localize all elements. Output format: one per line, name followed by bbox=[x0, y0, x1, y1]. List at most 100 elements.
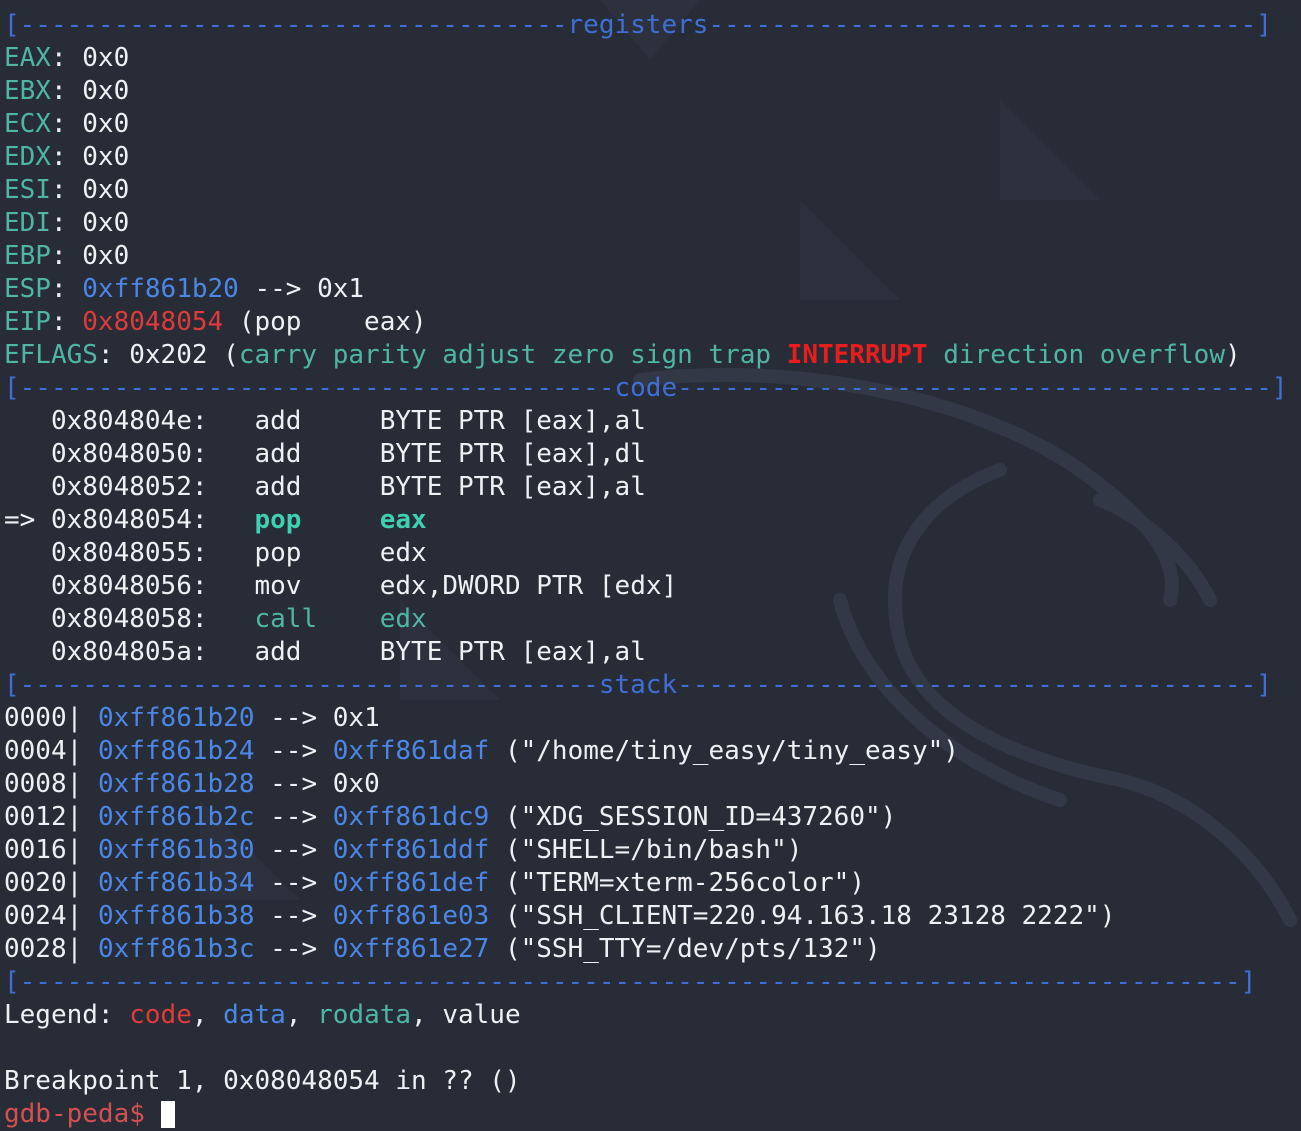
stack-arrow: --> bbox=[254, 901, 333, 931]
register-name: ECX bbox=[4, 109, 51, 139]
code-opcode: add bbox=[254, 472, 318, 502]
stack-address: 0xff861b34 bbox=[97, 868, 255, 898]
code-address: 0x8048052: bbox=[50, 472, 208, 502]
register-sep: : bbox=[50, 241, 83, 271]
command-prompt[interactable]: gdb-peda$ bbox=[4, 1098, 1301, 1131]
stack-arrow: --> bbox=[254, 769, 333, 799]
stack-value: ("SSH_CLIENT=220.94.163.18 23128 2222") bbox=[489, 901, 1116, 931]
register-edi: EDI: 0x0 bbox=[4, 207, 1301, 240]
code-opcode: mov bbox=[254, 571, 318, 601]
register-value: 0x0 bbox=[82, 43, 130, 73]
stack-offset: 0020 bbox=[4, 868, 67, 898]
register-value: 0x0 bbox=[82, 241, 130, 271]
code-address: 0x804804e: bbox=[50, 406, 208, 436]
register-sep: : bbox=[50, 43, 83, 73]
stack-pointer: 0xff861def bbox=[332, 868, 490, 898]
stack-row: 0000| 0xff861b20 --> 0x1 bbox=[4, 703, 380, 733]
stack-pointer: 0xff861dc9 bbox=[332, 802, 490, 832]
code-address: 0x8048054: bbox=[50, 505, 208, 535]
code-operands: eax bbox=[379, 505, 427, 535]
register-edx: EDX: 0x0 bbox=[4, 141, 1301, 174]
register-sep: : bbox=[50, 208, 83, 238]
stack-offset: 0000 bbox=[4, 703, 67, 733]
stack-address: 0xff861b28 bbox=[97, 769, 255, 799]
code-pointer bbox=[4, 439, 51, 469]
stack-address: 0xff861b20 bbox=[97, 703, 255, 733]
stack-pointer: 0xff861e03 bbox=[332, 901, 490, 931]
register-eflags: EFLAGS: 0x202 (carry parity adjust zero … bbox=[4, 340, 1241, 370]
stack-value: 0x1 bbox=[332, 703, 380, 733]
register-name: EDI bbox=[4, 208, 51, 238]
code-address: 0x8048055: bbox=[50, 538, 208, 568]
register-eip: EIP: 0x8048054 (pop eax) bbox=[4, 307, 427, 337]
stack-value: 0x0 bbox=[332, 769, 380, 799]
register-sep: : bbox=[50, 142, 83, 172]
stack-row: 0028| 0xff861b3c --> 0xff861e27 ("SSH_TT… bbox=[4, 934, 881, 964]
register-sep: : bbox=[50, 109, 83, 139]
stack-value: ("SHELL=/bin/bash") bbox=[489, 835, 803, 865]
code-section: 0x804804e: add BYTE PTR [eax],al 0x80480… bbox=[4, 405, 1301, 669]
code-address: 0x8048058: bbox=[50, 604, 208, 634]
code-line: 0x804804e: add BYTE PTR [eax],al bbox=[4, 405, 1301, 438]
code-address: 0x8048050: bbox=[50, 439, 208, 469]
code-operands: BYTE PTR [eax],al bbox=[379, 406, 646, 436]
stack-value: ("XDG_SESSION_ID=437260") bbox=[489, 802, 897, 832]
code-line: 0x8048055: pop edx bbox=[4, 537, 1301, 570]
text-cursor bbox=[160, 1101, 175, 1128]
register-value: 0x0 bbox=[82, 175, 130, 205]
code-opcode: add bbox=[254, 439, 318, 469]
register-value: 0x0 bbox=[82, 109, 130, 139]
stack-row: 0016| 0xff861b30 --> 0xff861ddf ("SHELL=… bbox=[4, 835, 803, 865]
register-value: 0x0 bbox=[82, 208, 130, 238]
register-name: EAX bbox=[4, 43, 51, 73]
code-pointer bbox=[4, 538, 51, 568]
register-ebx: EBX: 0x0 bbox=[4, 75, 1301, 108]
stack-value: ("SSH_TTY=/dev/pts/132") bbox=[489, 934, 881, 964]
code-line: 0x8048058: call edx bbox=[4, 603, 1301, 636]
stack-offset: 0008 bbox=[4, 769, 67, 799]
stack-address: 0xff861b38 bbox=[97, 901, 255, 931]
register-eax: EAX: 0x0 bbox=[4, 42, 1301, 75]
stack-row: 0004| 0xff861b24 --> 0xff861daf ("/home/… bbox=[4, 736, 959, 766]
register-sep: : bbox=[50, 175, 83, 205]
register-name: EDX bbox=[4, 142, 51, 172]
code-line: => 0x8048054: pop eax bbox=[4, 504, 1301, 537]
stack-row: 0012| 0xff861b2c --> 0xff861dc9 ("XDG_SE… bbox=[4, 802, 897, 832]
register-ecx: ECX: 0x0 bbox=[4, 108, 1301, 141]
stack-row: 0008| 0xff861b28 --> 0x0 bbox=[4, 769, 380, 799]
register-name: ESI bbox=[4, 175, 51, 205]
stack-row: 0020| 0xff861b34 --> 0xff861def ("TERM=x… bbox=[4, 868, 865, 898]
stack-arrow: --> bbox=[254, 934, 333, 964]
register-name: EBX bbox=[4, 76, 51, 106]
stack-offset: 0004 bbox=[4, 736, 67, 766]
registers-section: EAX: 0x0 EBX: 0x0 ECX: 0x0 EDX: 0x0 ESI: 0x0… bbox=[4, 42, 1301, 273]
stack-offset: 0012 bbox=[4, 802, 67, 832]
stack-address: 0xff861b24 bbox=[97, 736, 255, 766]
breakpoint-message: Breakpoint 1, 0x08048054 in ?? () bbox=[4, 1066, 521, 1096]
stack-address: 0xff861b30 bbox=[97, 835, 255, 865]
stack-arrow: --> bbox=[254, 703, 333, 733]
stack-arrow: --> bbox=[254, 736, 333, 766]
code-opcode: add bbox=[254, 406, 318, 436]
code-pointer bbox=[4, 406, 51, 436]
code-pointer bbox=[4, 604, 51, 634]
code-line: 0x8048056: mov edx,DWORD PTR [edx] bbox=[4, 570, 1301, 603]
code-operands: BYTE PTR [eax],al bbox=[379, 637, 646, 667]
code-operands: edx bbox=[379, 604, 427, 634]
register-esp: ESP: 0xff861b20 --> 0x1 bbox=[4, 274, 365, 304]
code-opcode: pop bbox=[254, 505, 318, 535]
stack-offset: 0024 bbox=[4, 901, 67, 931]
code-pointer bbox=[4, 637, 51, 667]
stack-pointer: 0xff861e27 bbox=[332, 934, 490, 964]
code-line: 0x8048052: add BYTE PTR [eax],al bbox=[4, 471, 1301, 504]
code-opcode: add bbox=[254, 637, 318, 667]
stack-value: ("TERM=xterm-256color") bbox=[489, 868, 865, 898]
code-line: 0x8048050: add BYTE PTR [eax],dl bbox=[4, 438, 1301, 471]
legend-line: Legend: code, data, rodata, value bbox=[4, 1000, 521, 1030]
end-separator: [---------------------------------------… bbox=[4, 967, 1257, 997]
stack-value: ("/home/tiny_easy/tiny_easy") bbox=[489, 736, 959, 766]
code-operands: BYTE PTR [eax],al bbox=[379, 472, 646, 502]
register-value: 0x0 bbox=[82, 76, 130, 106]
code-separator: [--------------------------------------c… bbox=[4, 373, 1288, 403]
